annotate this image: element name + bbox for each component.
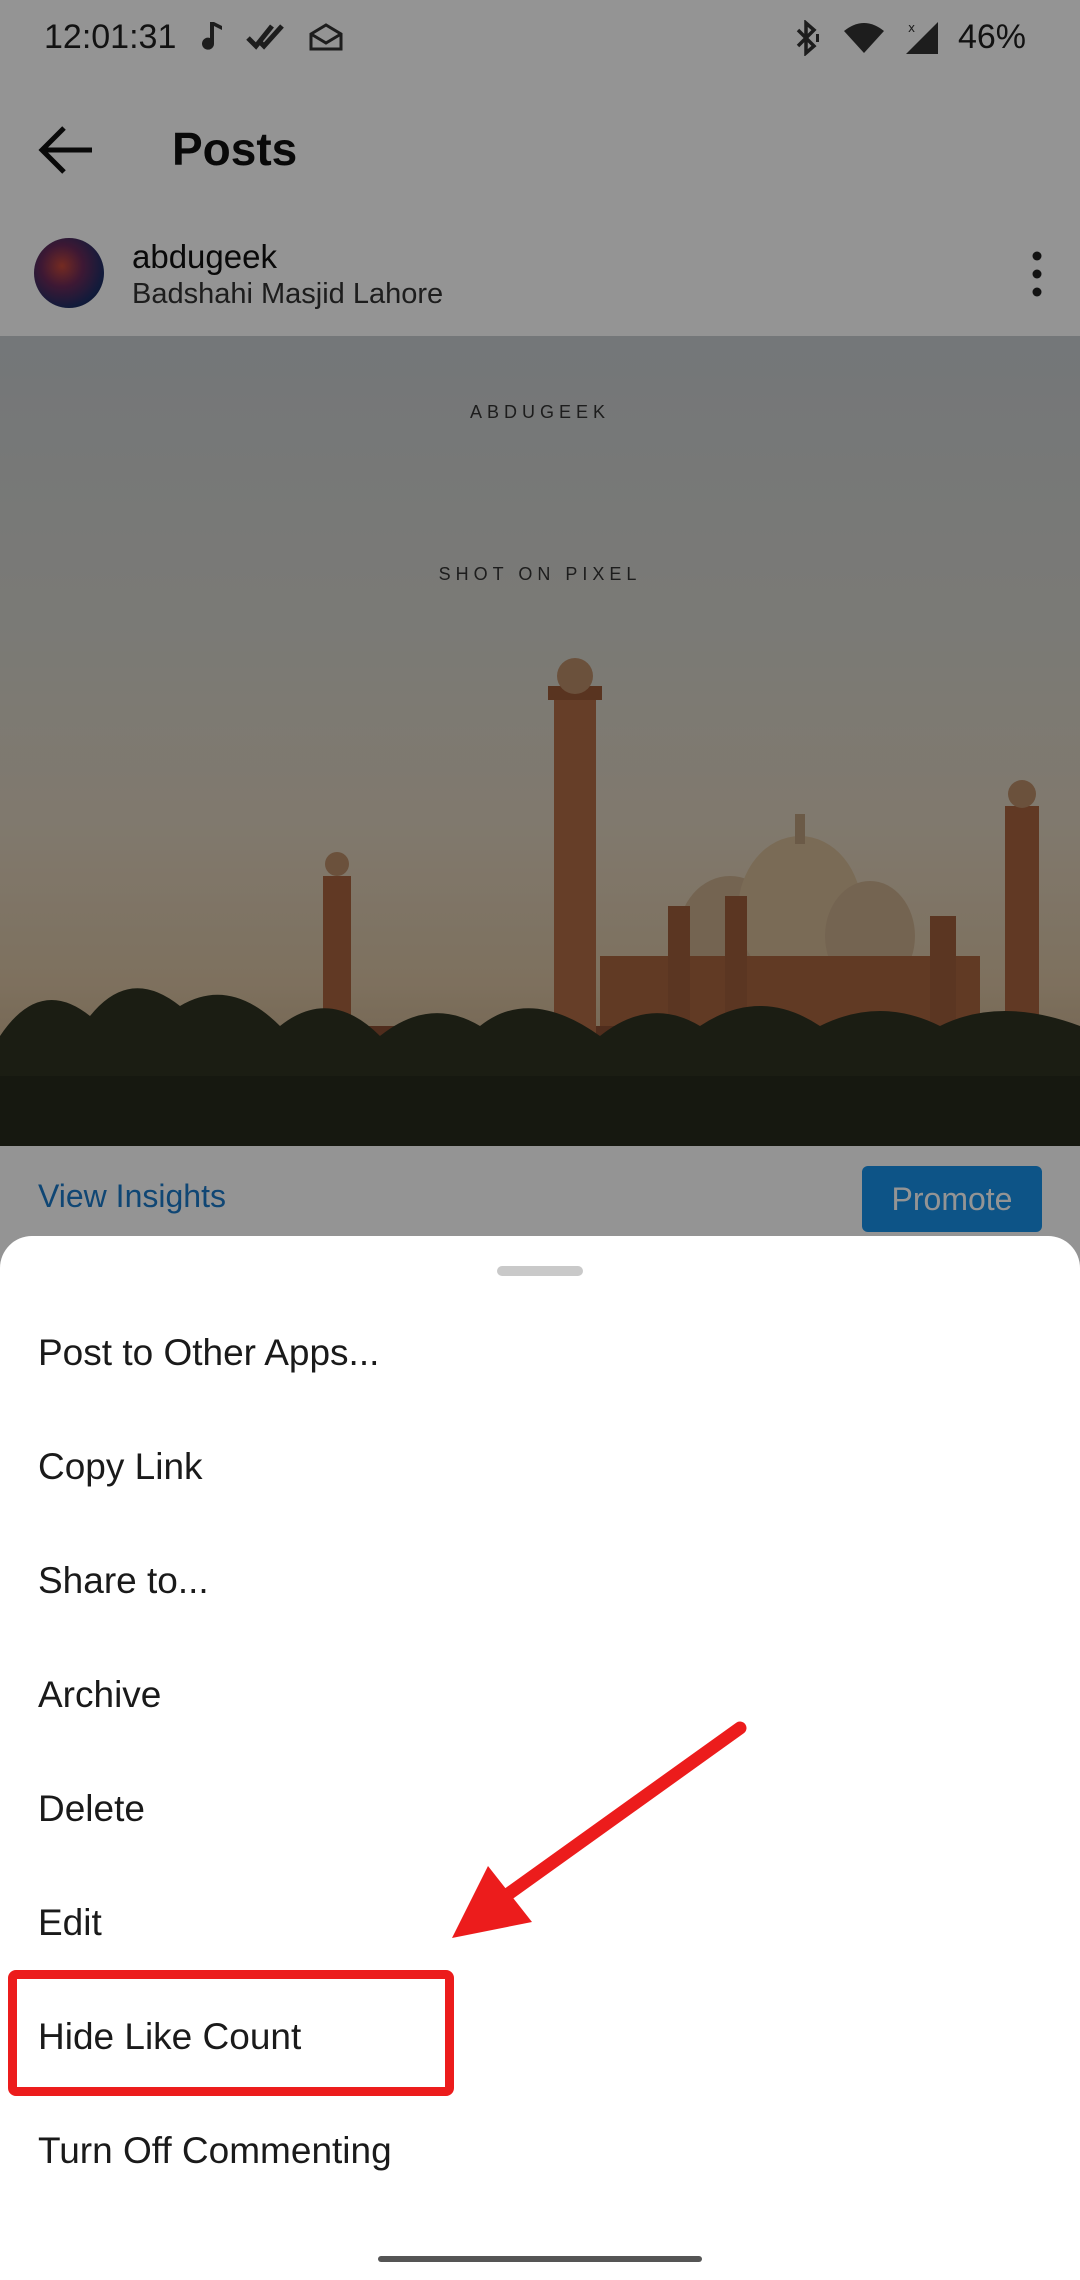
instagram-posts-screen: 12:01:31 x 46% Posts abdugeek Badshahi M… — [0, 0, 1080, 2280]
annotation-arrow-icon — [452, 1721, 747, 1938]
